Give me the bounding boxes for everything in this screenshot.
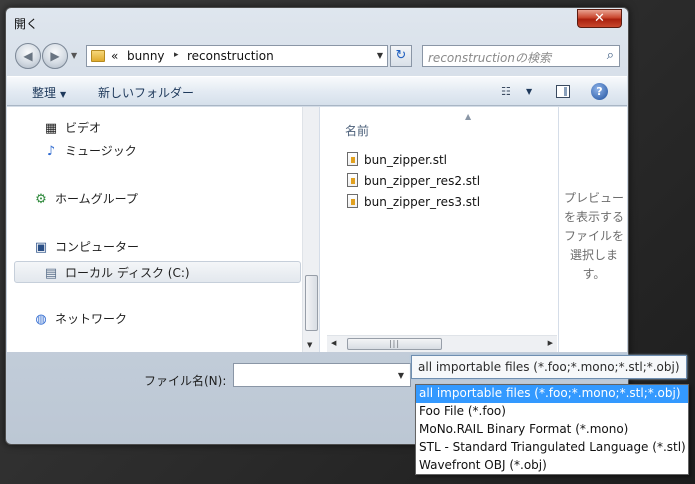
organize-label: 整理	[32, 86, 57, 100]
search-box[interactable]: reconstructionの検索 ⌕	[422, 45, 620, 67]
chevron-down-icon: ▼	[60, 90, 67, 99]
sidebar-item-homegroup[interactable]: ⚙ ホームグループ	[33, 190, 138, 210]
filename-label: ファイル名(N):	[144, 374, 227, 388]
file-type-option[interactable]: Wavefront OBJ (*.obj)	[416, 457, 688, 475]
video-icon: ▦	[44, 121, 58, 136]
address-dropdown[interactable]: ▼	[377, 51, 383, 60]
filename-dropdown[interactable]: ▼	[398, 371, 404, 380]
recent-pages-dropdown[interactable]: ▼	[71, 51, 77, 60]
breadcrumb-overflow[interactable]: «	[111, 49, 118, 63]
scroll-right-icon[interactable]: ▶	[548, 339, 553, 347]
breadcrumb-bunny[interactable]: bunny	[127, 49, 165, 63]
sort-ascending-icon: ▲	[465, 112, 472, 121]
title-bar[interactable]: 開く ✕	[6, 8, 628, 38]
file-type-option[interactable]: all importable files (*.foo;*.mono;*.stl…	[416, 385, 688, 403]
folder-icon	[91, 50, 105, 62]
sidebar-item-network[interactable]: ◍ ネットワーク	[33, 310, 127, 330]
sidebar-item-local-disk[interactable]: ▤ ローカル ディスク (C:)	[14, 261, 301, 283]
nav-buttons: ◀ ▶ ▼	[15, 43, 81, 69]
sidebar-item-label: コンピューター	[55, 240, 140, 254]
preview-pane-icon[interactable]	[556, 85, 570, 98]
stl-file-icon	[347, 152, 358, 166]
scroll-down-icon[interactable]: ▼	[307, 341, 312, 349]
back-button[interactable]: ◀	[15, 43, 41, 69]
filename-field[interactable]: ▼	[233, 363, 411, 387]
sidebar-item-computer[interactable]: ▣ コンピューター	[33, 238, 139, 258]
help-icon[interactable]: ?	[591, 83, 608, 100]
scroll-left-icon[interactable]: ◀	[331, 339, 336, 347]
sidebar-scrollbar[interactable]: ▼	[302, 107, 319, 352]
stl-file-icon	[347, 194, 358, 208]
computer-icon: ▣	[34, 240, 48, 255]
search-icon[interactable]: ⌕	[607, 48, 614, 63]
file-type-dropdown-list: all importable files (*.foo;*.mono;*.stl…	[415, 384, 689, 475]
disk-icon: ▤	[44, 266, 58, 281]
breadcrumb-separator[interactable]: ▸	[174, 50, 179, 60]
music-icon: ♪	[46, 144, 56, 159]
view-options-dropdown[interactable]: ▼	[526, 87, 532, 96]
sidebar-item-label: ホームグループ	[55, 192, 138, 206]
homegroup-icon: ⚙	[35, 192, 47, 207]
file-item[interactable]: bun_zipper.stl	[347, 152, 447, 170]
new-folder-button[interactable]: 新しいフォルダー	[98, 84, 194, 101]
file-list: ▲ 名前 bun_zipper.stl bun_zipper_res2.stl …	[327, 107, 557, 352]
organize-button[interactable]: 整理 ▼	[32, 84, 66, 101]
refresh-button[interactable]: ↻	[390, 45, 412, 67]
breadcrumb-reconstruction[interactable]: reconstruction	[187, 49, 274, 63]
file-name: bun_zipper_res2.stl	[364, 174, 481, 188]
file-item[interactable]: bun_zipper_res2.stl	[347, 173, 480, 191]
content-area: ▦ ビデオ ♪ ミュージック ⚙ ホームグループ ▣ コンピューター ▤ ローカル ディス…	[7, 107, 627, 352]
sidebar-item-video[interactable]: ▦ ビデオ	[43, 119, 101, 139]
file-name: bun_zipper.stl	[364, 153, 448, 167]
sidebar-item-label: ローカル ディスク (C:)	[65, 266, 190, 280]
sidebar-scroll-thumb[interactable]	[305, 275, 318, 331]
search-input[interactable]: reconstructionの検索	[428, 49, 551, 66]
file-type-option[interactable]: Foo File (*.foo)	[416, 403, 688, 421]
file-type-option[interactable]: STL - Standard Triangulated Language (*.…	[416, 439, 688, 457]
toolbar: 整理 ▼ 新しいフォルダー ☷ ▼ ?	[7, 76, 627, 106]
stl-file-icon	[347, 173, 358, 187]
view-options-icon[interactable]: ☷	[501, 85, 511, 98]
file-item[interactable]: bun_zipper_res3.stl	[347, 194, 480, 212]
preview-message: プレビューを表示するファイルを選択します。	[563, 191, 624, 281]
sidebar-item-label: ミュージック	[65, 144, 137, 158]
sidebar-item-label: ビデオ	[65, 121, 102, 135]
address-bar[interactable]: « bunny ▸ reconstruction ▼	[86, 45, 388, 67]
window-title: 開く	[14, 17, 39, 31]
file-type-filter[interactable]: all importable files (*.foo;*.mono;*.stl…	[411, 355, 687, 379]
file-name: bun_zipper_res3.stl	[364, 195, 481, 209]
open-file-dialog: 開く ✕ ◀ ▶ ▼ « bunny ▸ reconstruction ▼ ↻ …	[5, 7, 629, 445]
preview-pane: プレビューを表示するファイルを選択します。	[558, 107, 627, 352]
hscroll-thumb[interactable]: |||	[347, 338, 442, 350]
sidebar-item-label: ネットワーク	[55, 312, 128, 326]
column-header-name[interactable]: 名前	[345, 122, 369, 139]
forward-button[interactable]: ▶	[42, 43, 68, 69]
file-type-option[interactable]: MoNo.RAIL Binary Format (*.mono)	[416, 421, 688, 439]
close-button[interactable]: ✕	[577, 9, 622, 28]
sidebar-item-music[interactable]: ♪ ミュージック	[43, 142, 137, 162]
navigation-pane: ▦ ビデオ ♪ ミュージック ⚙ ホームグループ ▣ コンピューター ▤ ローカル ディス…	[7, 107, 320, 352]
network-icon: ◍	[35, 312, 47, 327]
file-list-hscrollbar[interactable]: ◀ ||| ▶	[327, 335, 557, 352]
